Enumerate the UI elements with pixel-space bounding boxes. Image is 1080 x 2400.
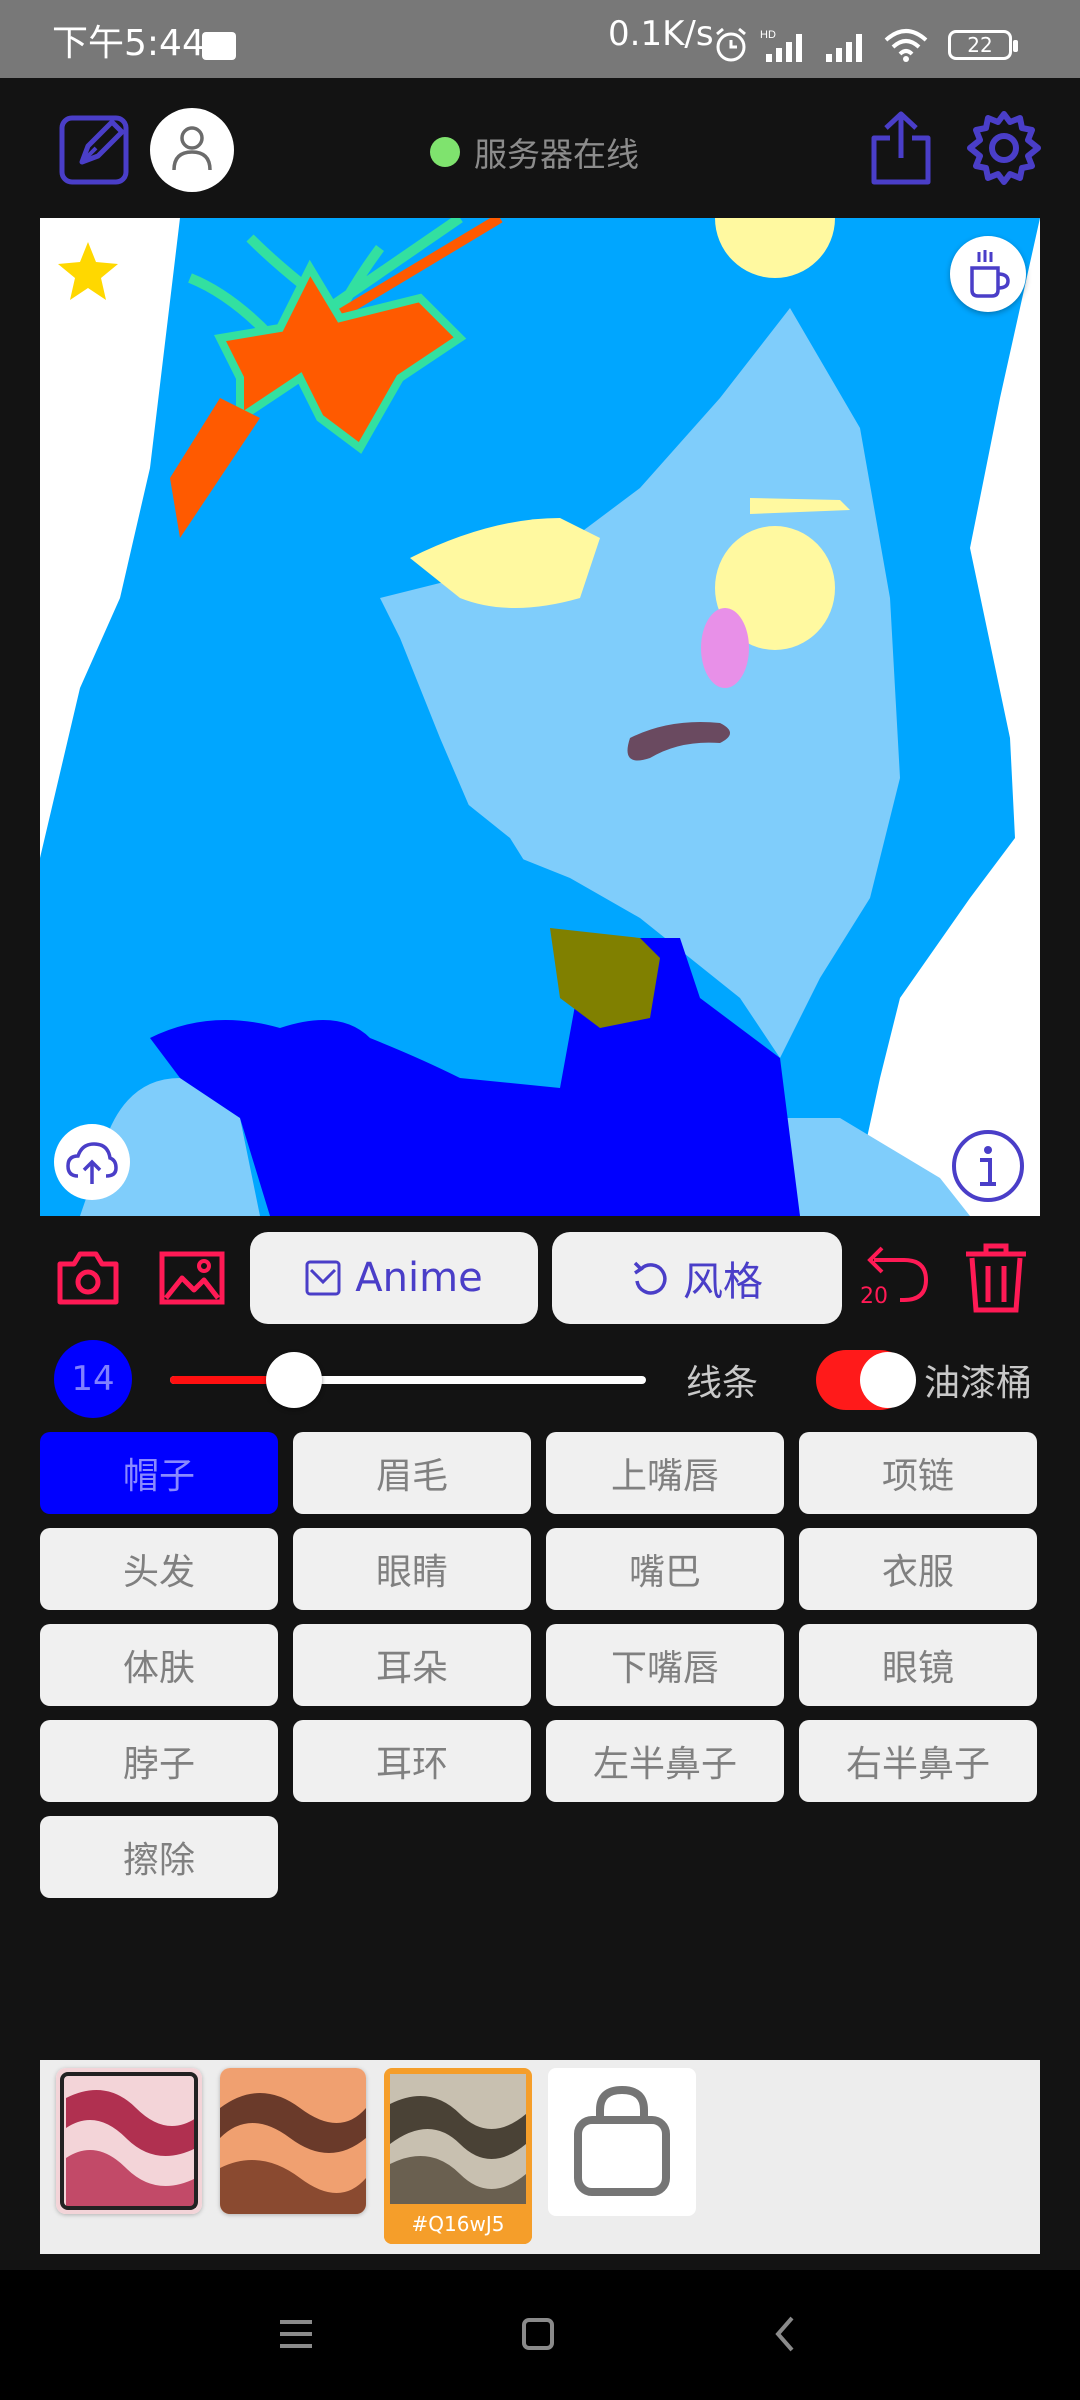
part-button-eyebrows[interactable]: 眉毛 [293,1432,531,1514]
cloud-upload-icon [66,1142,118,1184]
shop-button[interactable] [548,2068,696,2216]
refresh-icon [633,1261,667,1295]
home-icon[interactable] [520,2316,556,2352]
cloud-upload-button[interactable] [54,1124,130,1200]
coffee-icon [970,250,1010,298]
trash-icon[interactable] [960,1240,1032,1314]
drawing-canvas[interactable] [40,218,1040,1216]
server-status-label: 服务器在线 [474,135,639,174]
info-icon[interactable] [950,1128,1026,1204]
style-thumbnail-1[interactable] [56,2068,202,2214]
brush-size-badge: 14 [54,1340,132,1418]
svg-text:HD: HD [760,29,776,41]
back-icon[interactable] [770,2314,800,2354]
part-button-skin[interactable]: 体肤 [40,1624,278,1706]
part-button-mouth[interactable]: 嘴巴 [546,1528,784,1610]
coffee-button[interactable] [950,236,1026,312]
net-speed: 0.1K/s [608,14,714,54]
part-button-left-nose[interactable]: 左半鼻子 [546,1720,784,1802]
online-dot [430,137,460,167]
status-bar: 下午5:44 0.1K/s HD 22 [0,0,1080,78]
status-time: 下午5:44 [52,23,205,64]
server-status: 服务器在线 [430,128,639,176]
style-thumbnail-3-art [390,2074,526,2204]
shopping-bag-icon [574,2085,670,2196]
part-button-ears[interactable]: 耳朵 [293,1624,531,1706]
part-button-right-nose[interactable]: 右半鼻子 [799,1720,1037,1802]
part-button-lower-lip[interactable]: 下嘴唇 [546,1624,784,1706]
signal-icon [826,34,862,62]
hd-signal-icon: HD [760,29,802,62]
part-button-eyes[interactable]: 眼睛 [293,1528,531,1610]
anime-button[interactable]: Anime [250,1232,538,1324]
wifi-icon [884,29,928,62]
edit-icon[interactable] [58,110,134,186]
style-thumbnail-2[interactable] [220,2068,366,2214]
user-avatar-button[interactable] [150,108,234,192]
mail-icon [305,1260,341,1296]
part-button-necklace[interactable]: 项链 [799,1432,1037,1514]
style-label: 风格 [683,1259,763,1305]
alarm-icon [716,27,746,62]
undo-count: 20 [860,1284,888,1309]
line-mode-label: 线条 [686,1363,759,1404]
part-button-neck[interactable]: 脖子 [40,1720,278,1802]
user-icon [172,126,212,171]
part-button-upper-lip[interactable]: 上嘴唇 [546,1432,784,1514]
part-button-earrings[interactable]: 耳环 [293,1720,531,1802]
brush-size-slider-thumb[interactable] [265,1352,322,1408]
share-icon[interactable] [866,108,936,188]
gear-icon[interactable] [964,108,1044,188]
part-button-clothes[interactable]: 衣服 [799,1528,1037,1610]
part-button-hat[interactable]: 帽子 [40,1432,278,1514]
image-icon[interactable] [158,1248,226,1308]
menu-icon[interactable] [276,2316,316,2352]
camera-icon[interactable] [56,1248,120,1308]
style-button[interactable]: 风格 [552,1232,842,1324]
part-button-hair[interactable]: 头发 [40,1528,278,1610]
style-thumbnail-2-art [220,2068,366,2214]
paint-bucket-toggle-knob [860,1352,916,1408]
battery-icon: 22 [948,30,1018,60]
style-code-label: #Q16wJ5 [384,2204,532,2244]
paint-bucket-label: 油漆桶 [924,1363,1033,1404]
part-button-erase[interactable]: 擦除 [40,1816,278,1898]
star-icon[interactable] [56,240,120,302]
anime-portrait-drawing [40,218,1040,1216]
anime-label: Anime [355,1255,483,1301]
style-thumbnail-1-art [56,2068,202,2214]
part-button-glasses[interactable]: 眼镜 [799,1624,1037,1706]
message-icon [202,32,236,60]
